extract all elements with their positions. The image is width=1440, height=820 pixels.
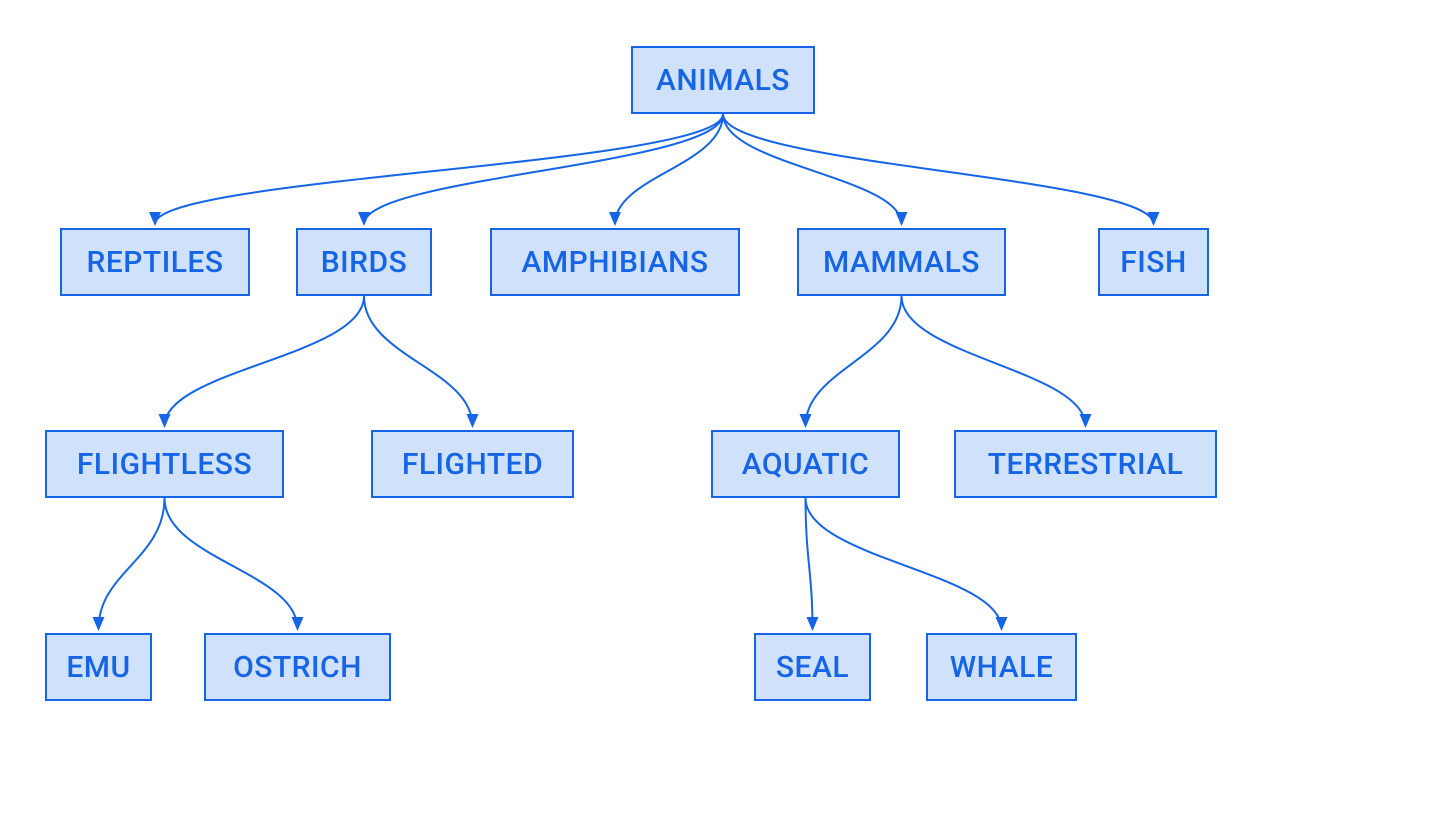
- edge-animals-to-birds: [364, 114, 723, 224]
- edge-flightless-to-ostrich: [165, 498, 298, 629]
- node-fish: FISH: [1098, 228, 1209, 296]
- node-terrestrial: TERRESTRIAL: [954, 430, 1217, 498]
- edge-animals-to-mammals: [723, 114, 902, 224]
- edge-mammals-to-aquatic: [806, 296, 902, 426]
- node-label: TERRESTRIAL: [988, 447, 1184, 482]
- node-flighted: FLIGHTED: [371, 430, 574, 498]
- node-label: BIRDS: [321, 245, 408, 280]
- edge-birds-to-flightless: [165, 296, 365, 426]
- edge-flightless-to-emu: [99, 498, 165, 629]
- node-label: MAMMALS: [823, 245, 980, 280]
- node-label: OSTRICH: [233, 650, 362, 685]
- node-label: ANIMALS: [656, 63, 790, 98]
- node-label: REPTILES: [86, 245, 223, 280]
- edge-aquatic-to-seal: [806, 498, 813, 629]
- node-label: SEAL: [776, 650, 849, 685]
- edge-animals-to-fish: [723, 114, 1154, 224]
- node-aquatic: AQUATIC: [711, 430, 900, 498]
- node-mammals: MAMMALS: [797, 228, 1006, 296]
- node-birds: BIRDS: [296, 228, 432, 296]
- edge-mammals-to-terrestrial: [902, 296, 1086, 426]
- node-emu: EMU: [45, 633, 152, 701]
- node-amphibians: AMPHIBIANS: [490, 228, 740, 296]
- node-label: FISH: [1120, 245, 1186, 280]
- edge-birds-to-flighted: [364, 296, 473, 426]
- node-label: AMPHIBIANS: [521, 245, 708, 280]
- node-label: EMU: [66, 650, 130, 685]
- node-flightless: FLIGHTLESS: [45, 430, 284, 498]
- edge-aquatic-to-whale: [806, 498, 1002, 629]
- edge-animals-to-amphibians: [615, 114, 723, 224]
- node-label: FLIGHTED: [402, 447, 543, 482]
- diagram-stage: ANIMALS REPTILES BIRDS AMPHIBIANS MAMMAL…: [0, 0, 1440, 820]
- node-reptiles: REPTILES: [60, 228, 250, 296]
- node-label: AQUATIC: [742, 447, 870, 482]
- node-label: FLIGHTLESS: [77, 447, 252, 482]
- node-seal: SEAL: [754, 633, 871, 701]
- edge-animals-to-reptiles: [155, 114, 723, 224]
- node-animals: ANIMALS: [631, 46, 815, 114]
- node-label: WHALE: [950, 650, 1054, 685]
- node-whale: WHALE: [926, 633, 1077, 701]
- node-ostrich: OSTRICH: [204, 633, 391, 701]
